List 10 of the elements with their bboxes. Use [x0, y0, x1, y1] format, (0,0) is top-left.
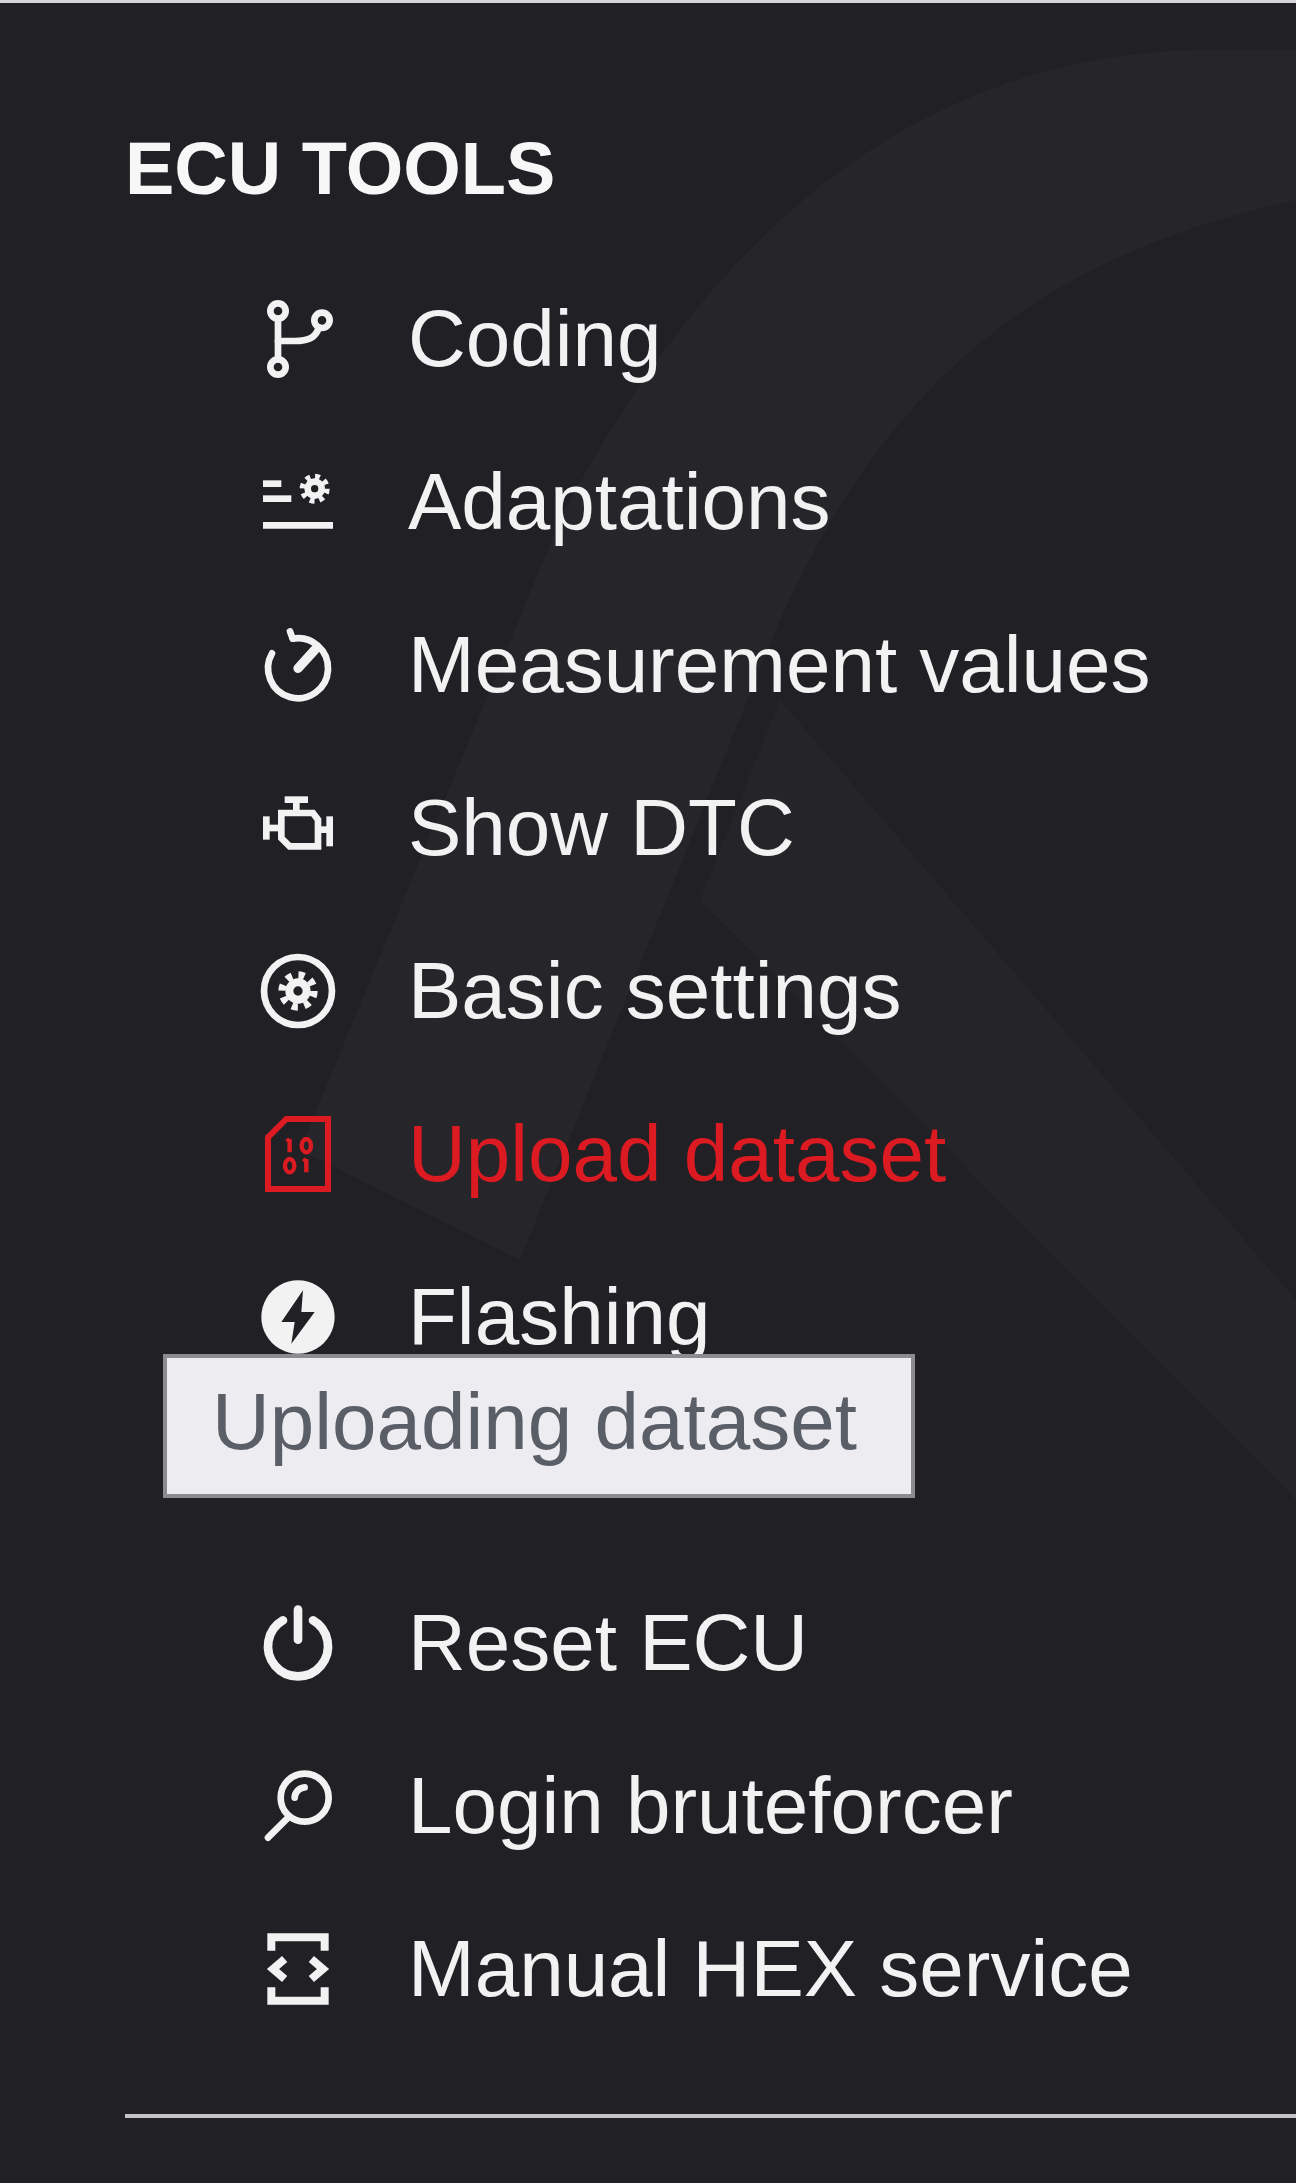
section-title: ECU TOOLS — [125, 129, 556, 209]
menu-item[interactable]: Measurement values — [258, 621, 1151, 708]
menu-item[interactable]: Login bruteforcer — [258, 1762, 1013, 1849]
menu-item[interactable]: Coding — [258, 295, 662, 382]
tooltip: Uploading dataset — [163, 1354, 915, 1498]
menu-item[interactable]: Basic settings — [258, 947, 902, 1034]
menu-item[interactable]: Manual HEX service — [258, 1925, 1133, 2012]
menu-item[interactable]: Adaptations — [258, 458, 831, 545]
menu-item[interactable]: Reset ECU — [258, 1599, 809, 1686]
menu-item[interactable]: Show DTC — [258, 784, 795, 871]
